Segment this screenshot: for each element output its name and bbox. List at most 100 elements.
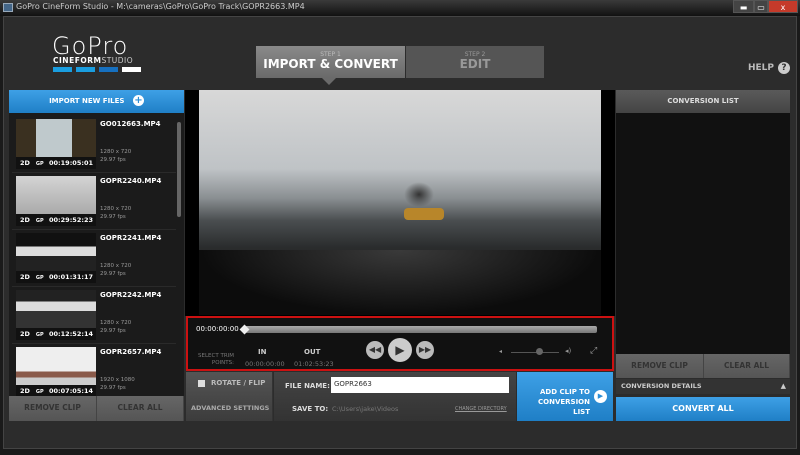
plus-icon: + <box>132 95 144 106</box>
caret-up-icon: ▲ <box>780 382 786 390</box>
clip-resolution: 1920 x 1080 <box>100 377 135 383</box>
logo-bar <box>122 67 141 72</box>
clip-thumbnail: 2D GP 00:19:05:01 <box>16 119 96 169</box>
clip-fps: 29.97 fps <box>100 271 126 277</box>
save-to-label: SAVE TO: <box>292 405 329 413</box>
clip-list-scrollbar[interactable] <box>177 122 181 217</box>
clip-fps: 29.97 fps <box>100 157 126 163</box>
volume-handle[interactable] <box>536 348 543 355</box>
rotate-flip-label[interactable]: ROTATE / FLIP <box>211 379 265 387</box>
player-controls: 00:00:00:00 SELECT TRIM POINTS: IN 00:00… <box>186 316 614 371</box>
clip-thumbnail: 2D GP 00:12:52:14 <box>16 290 96 340</box>
clip-mode: 2D <box>20 330 30 338</box>
clip-meta: 1280 x 720 29.97 fps <box>100 262 131 278</box>
clip-resolution: 1280 x 720 <box>100 320 132 326</box>
tab-edit[interactable]: STEP 2 EDIT <box>406 46 544 78</box>
clip-camera: GP <box>35 332 44 338</box>
video-preview[interactable] <box>199 90 601 315</box>
logo-bold: CINEFORM <box>53 56 102 65</box>
thumbnail-image <box>16 119 96 157</box>
volume-low-icon[interactable]: ◂ <box>499 348 502 355</box>
logo-bar <box>53 67 72 72</box>
save-to-path: C:\Users\jake\Videos <box>332 405 399 413</box>
maximize-button[interactable]: ▭ <box>754 0 768 13</box>
clip-meta: 1280 x 720 29.97 fps <box>100 319 131 335</box>
yellow-car <box>404 208 444 220</box>
clip-resolution: 1280 x 720 <box>100 263 132 269</box>
out-value[interactable]: 01:02:53:23 <box>294 360 334 368</box>
tab-import-convert[interactable]: STEP 1 IMPORT & CONVERT <box>256 46 405 78</box>
clip-duration: 00:29:52:23 <box>49 216 93 224</box>
add-clip-to-conversion-list-button[interactable]: ADD CLIP TO CONVERSION LIST ▶ <box>517 372 613 421</box>
thumbnail-caption: 2D GP 00:19:05:01 <box>16 157 96 169</box>
select-trim-label: SELECT TRIM POINTS: <box>198 353 235 366</box>
clip-list-item[interactable]: 2D GP 00:07:05:14 GOPR2657.MP4 1920 x 1080 29… <box>12 344 176 401</box>
step-label: EDIT <box>459 57 491 71</box>
change-directory-link[interactable]: CHANGE DIRECTORY <box>455 406 507 412</box>
clip-list-item[interactable]: 2D GP 00:01:31:17 GOPR2241.MP4 1280 x 720 29.… <box>12 230 176 287</box>
thumbnail-caption: 2D GP 00:01:31:17 <box>16 271 96 283</box>
clip-name: GOPR2240.MP4 <box>100 177 162 185</box>
out-label: OUT <box>304 348 321 356</box>
import-label: IMPORT NEW FILES <box>49 97 125 105</box>
clip-camera: GP <box>35 218 44 224</box>
thumbnail-image <box>16 347 96 385</box>
play-button[interactable]: ▶ <box>388 338 412 362</box>
clip-meta: 1280 x 720 29.97 fps <box>100 148 131 164</box>
clip-name: GOPR2242.MP4 <box>100 291 162 299</box>
clip-resolution: 1280 x 720 <box>100 149 132 155</box>
app-icon <box>3 3 13 12</box>
output-settings-panel: FILE NAME: GOPR2663 SAVE TO: C:\Users\ja… <box>274 372 516 421</box>
logo-bar <box>99 67 118 72</box>
in-value[interactable]: 00:00:00:00 <box>245 360 285 368</box>
conversion-remove-clip-button[interactable]: REMOVE CLIP <box>616 354 704 378</box>
thumbnail-image <box>16 176 96 214</box>
clip-mode: 2D <box>20 273 30 281</box>
clip-duration: 00:01:31:17 <box>49 273 93 281</box>
clip-list-item[interactable]: 2D GP 00:19:05:01 GO012663.MP4 1280 x 720 29.… <box>12 116 176 173</box>
clip-thumbnail: 2D GP 00:07:05:14 <box>16 347 96 397</box>
clip-resolution: 1280 x 720 <box>100 206 132 212</box>
clip-duration: 00:12:52:14 <box>49 330 93 338</box>
volume-slider[interactable] <box>511 352 559 353</box>
convert-all-button[interactable]: CONVERT ALL <box>616 397 790 421</box>
help-link[interactable]: HELP <box>748 63 774 73</box>
clear-all-button[interactable]: CLEAR ALL <box>97 396 184 421</box>
clip-list-item[interactable]: 2D GP 00:29:52:23 GOPR2240.MP4 1280 x 720 29.… <box>12 173 176 230</box>
thumbnail-caption: 2D GP 00:29:52:23 <box>16 214 96 226</box>
advanced-settings-link[interactable]: ADVANCED SETTINGS <box>191 404 269 412</box>
clip-mode: 2D <box>20 216 30 224</box>
rotate-flip-checkbox[interactable] <box>198 380 205 387</box>
rotate-settings-panel: ROTATE / FLIP ADVANCED SETTINGS <box>186 372 273 421</box>
thumbnail-image <box>16 233 96 271</box>
import-new-files-button[interactable]: IMPORT NEW FILES + <box>9 90 184 113</box>
clip-duration: 00:19:05:01 <box>49 159 93 167</box>
clip-fps: 29.97 fps <box>100 328 126 334</box>
step-label: IMPORT & CONVERT <box>263 57 398 71</box>
active-step-arrow <box>322 78 336 85</box>
close-button[interactable]: x <box>768 0 798 13</box>
file-name-input[interactable]: GOPR2663 <box>331 377 509 393</box>
help-icon[interactable]: ? <box>778 62 790 74</box>
tree <box>404 182 434 207</box>
remove-clip-button[interactable]: REMOVE CLIP <box>9 396 97 421</box>
thumbnail-image <box>16 290 96 328</box>
logo-bar <box>76 67 95 72</box>
thumbnail-caption: 2D GP 00:12:52:14 <box>16 328 96 340</box>
minimize-button[interactable]: ▬ <box>733 0 754 13</box>
clip-name: GO012663.MP4 <box>100 120 161 128</box>
fullscreen-icon[interactable]: ⤢ <box>590 346 597 356</box>
clip-fps: 29.97 fps <box>100 214 126 220</box>
seek-bar[interactable] <box>245 326 597 333</box>
clip-list-item[interactable]: 2D GP 00:12:52:14 GOPR2242.MP4 1280 x 720 29.… <box>12 287 176 344</box>
conversion-details-toggle[interactable]: CONVERSION DETAILS ▲ <box>616 379 790 394</box>
file-name-label: FILE NAME: <box>285 382 330 390</box>
add-clip-label: ADD CLIP TO CONVERSION LIST <box>538 388 590 416</box>
conversion-clear-all-button[interactable]: CLEAR ALL <box>704 354 790 378</box>
play-circle-icon: ▶ <box>594 390 607 403</box>
clip-fps: 29.97 fps <box>100 385 126 391</box>
fast-forward-button[interactable]: ▶▶ <box>416 341 434 359</box>
volume-high-icon[interactable]: ◂) <box>565 347 571 355</box>
rewind-button[interactable]: ◀◀ <box>366 341 384 359</box>
clip-camera: GP <box>35 389 44 395</box>
